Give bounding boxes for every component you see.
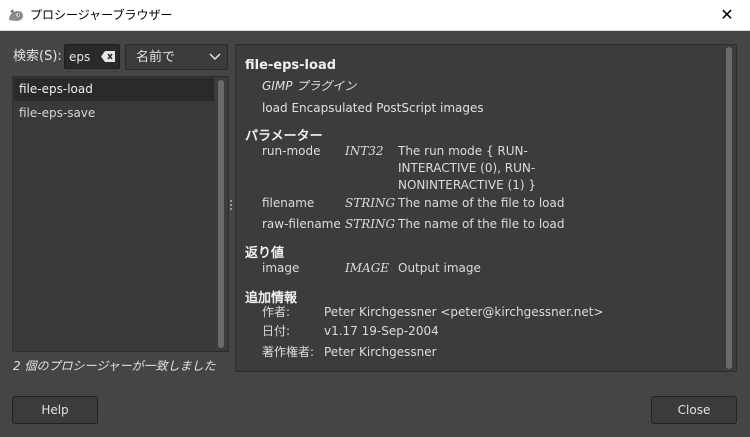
procedure-list[interactable]: file-eps-load file-eps-save — [12, 76, 229, 352]
search-mode-value: 名前で — [136, 50, 176, 65]
info-label: 著作権者: — [262, 345, 315, 359]
info-value: Peter Kirchgessner — [324, 345, 437, 359]
search-input[interactable] — [69, 48, 97, 65]
return-description: Output image — [398, 261, 481, 275]
search-label: 検索(S): — [13, 49, 62, 64]
parameter-description: The name of the file to load — [398, 196, 565, 210]
parameter-type: STRING — [345, 217, 396, 231]
procedure-name: file-eps-save — [19, 106, 96, 120]
title-bar: プロシージャーブラウザー ✕ — [0, 0, 750, 31]
details-scrollbar[interactable] — [724, 47, 734, 369]
parameter-name: raw-filename — [262, 217, 341, 231]
procedure-details-panel: file-eps-load GIMP プラグイン load Encapsulat… — [235, 44, 737, 372]
details-procedure-name: file-eps-load — [245, 58, 337, 73]
parameters-heading: パラメーター — [245, 129, 323, 144]
parameter-name: filename — [262, 196, 315, 210]
close-button[interactable]: Close — [651, 396, 737, 424]
chevron-down-icon — [209, 53, 221, 61]
info-value: Peter Kirchgessner <peter@kirchgessner.n… — [324, 305, 604, 319]
return-type: IMAGE — [345, 261, 390, 275]
procedure-list-item[interactable]: file-eps-save — [14, 102, 214, 125]
parameter-name: run-mode — [262, 144, 321, 158]
window-close-button[interactable]: ✕ — [704, 0, 750, 31]
parameter-type: STRING — [345, 196, 396, 210]
help-button[interactable]: Help — [12, 396, 98, 424]
info-label: 日付: — [262, 324, 291, 338]
info-label: 作者: — [262, 305, 291, 319]
close-button-label: Close — [677, 403, 711, 417]
details-blurb: load Encapsulated PostScript images — [262, 101, 484, 115]
list-scrollbar[interactable] — [215, 78, 227, 350]
details-procedure-type: GIMP プラグイン — [262, 79, 357, 93]
returns-heading: 返り値 — [245, 246, 285, 261]
gimp-wilber-icon — [9, 9, 23, 21]
help-button-label: Help — [41, 403, 69, 417]
window-title: プロシージャーブラウザー — [30, 8, 173, 22]
procedure-list-item[interactable]: file-eps-load — [14, 78, 214, 101]
list-scrollbar-thumb[interactable] — [218, 80, 224, 348]
procedure-name: file-eps-load — [19, 82, 93, 96]
parameter-type: INT32 — [345, 144, 384, 158]
return-name: image — [262, 261, 300, 275]
pane-resize-handle[interactable] — [230, 200, 233, 214]
search-field[interactable] — [64, 44, 120, 69]
clear-text-icon[interactable] — [101, 51, 115, 62]
close-icon: ✕ — [720, 5, 734, 24]
parameter-description: The run mode { RUN-INTERACTIVE (0), RUN-… — [398, 144, 536, 192]
info-value: v1.17 19-Sep-2004 — [324, 324, 439, 338]
details-scrollbar-thumb[interactable] — [726, 47, 732, 369]
match-count-status: 2 個のプロシージャーが一致しました — [13, 359, 216, 373]
search-mode-dropdown[interactable]: 名前で — [125, 44, 228, 70]
parameter-description: The name of the file to load — [398, 217, 565, 231]
